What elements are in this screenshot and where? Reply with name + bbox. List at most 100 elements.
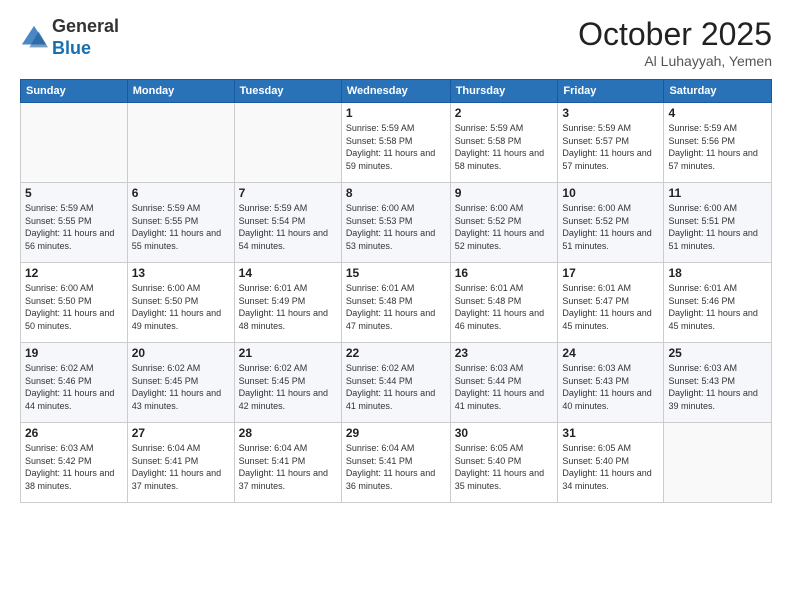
day-number: 26: [25, 426, 123, 440]
calendar-week-3: 19 Sunrise: 6:02 AM Sunset: 5:46 PM Dayl…: [21, 343, 772, 423]
calendar-cell: 15 Sunrise: 6:01 AM Sunset: 5:48 PM Dayl…: [341, 263, 450, 343]
daylight-text: Daylight: 11 hours and 46 minutes.: [455, 308, 544, 331]
calendar-week-0: 1 Sunrise: 5:59 AM Sunset: 5:58 PM Dayli…: [21, 103, 772, 183]
day-number: 5: [25, 186, 123, 200]
daylight-text: Daylight: 11 hours and 44 minutes.: [25, 388, 114, 411]
sunrise-text: Sunrise: 6:01 AM: [346, 283, 415, 293]
day-info: Sunrise: 6:01 AM Sunset: 5:48 PM Dayligh…: [346, 282, 446, 332]
daylight-text: Daylight: 11 hours and 52 minutes.: [455, 228, 544, 251]
day-info: Sunrise: 5:59 AM Sunset: 5:56 PM Dayligh…: [668, 122, 767, 172]
calendar-cell: 19 Sunrise: 6:02 AM Sunset: 5:46 PM Dayl…: [21, 343, 128, 423]
sunrise-text: Sunrise: 5:59 AM: [25, 203, 94, 213]
day-number: 7: [239, 186, 337, 200]
sunset-text: Sunset: 5:46 PM: [25, 376, 92, 386]
day-info: Sunrise: 6:00 AM Sunset: 5:52 PM Dayligh…: [562, 202, 659, 252]
sunset-text: Sunset: 5:53 PM: [346, 216, 413, 226]
sunrise-text: Sunrise: 6:03 AM: [562, 363, 631, 373]
col-wednesday: Wednesday: [341, 80, 450, 103]
calendar-cell: 4 Sunrise: 5:59 AM Sunset: 5:56 PM Dayli…: [664, 103, 772, 183]
page-container: General Blue October 2025 Al Luhayyah, Y…: [0, 0, 792, 612]
day-number: 6: [132, 186, 230, 200]
sunrise-text: Sunrise: 6:00 AM: [132, 283, 201, 293]
calendar-cell: 12 Sunrise: 6:00 AM Sunset: 5:50 PM Dayl…: [21, 263, 128, 343]
calendar-cell: 18 Sunrise: 6:01 AM Sunset: 5:46 PM Dayl…: [664, 263, 772, 343]
sunrise-text: Sunrise: 6:01 AM: [668, 283, 737, 293]
calendar-cell: 16 Sunrise: 6:01 AM Sunset: 5:48 PM Dayl…: [450, 263, 558, 343]
calendar-table: Sunday Monday Tuesday Wednesday Thursday…: [20, 79, 772, 503]
sunset-text: Sunset: 5:40 PM: [562, 456, 629, 466]
sunrise-text: Sunrise: 6:02 AM: [25, 363, 94, 373]
daylight-text: Daylight: 11 hours and 55 minutes.: [132, 228, 221, 251]
day-number: 20: [132, 346, 230, 360]
day-info: Sunrise: 6:02 AM Sunset: 5:45 PM Dayligh…: [132, 362, 230, 412]
sunrise-text: Sunrise: 6:01 AM: [562, 283, 631, 293]
day-number: 8: [346, 186, 446, 200]
daylight-text: Daylight: 11 hours and 37 minutes.: [132, 468, 221, 491]
sunrise-text: Sunrise: 6:03 AM: [455, 363, 524, 373]
day-number: 28: [239, 426, 337, 440]
col-thursday: Thursday: [450, 80, 558, 103]
sunset-text: Sunset: 5:45 PM: [239, 376, 306, 386]
col-sunday: Sunday: [21, 80, 128, 103]
day-info: Sunrise: 5:59 AM Sunset: 5:58 PM Dayligh…: [346, 122, 446, 172]
calendar-cell: 21 Sunrise: 6:02 AM Sunset: 5:45 PM Dayl…: [234, 343, 341, 423]
sunrise-text: Sunrise: 5:59 AM: [132, 203, 201, 213]
daylight-text: Daylight: 11 hours and 48 minutes.: [239, 308, 328, 331]
logo-blue-text: Blue: [52, 38, 91, 58]
day-info: Sunrise: 6:00 AM Sunset: 5:51 PM Dayligh…: [668, 202, 767, 252]
daylight-text: Daylight: 11 hours and 38 minutes.: [25, 468, 114, 491]
daylight-text: Daylight: 11 hours and 35 minutes.: [455, 468, 544, 491]
day-number: 29: [346, 426, 446, 440]
sunset-text: Sunset: 5:58 PM: [455, 136, 522, 146]
day-info: Sunrise: 6:04 AM Sunset: 5:41 PM Dayligh…: [239, 442, 337, 492]
sunrise-text: Sunrise: 6:00 AM: [25, 283, 94, 293]
daylight-text: Daylight: 11 hours and 37 minutes.: [239, 468, 328, 491]
day-info: Sunrise: 6:02 AM Sunset: 5:46 PM Dayligh…: [25, 362, 123, 412]
daylight-text: Daylight: 11 hours and 58 minutes.: [455, 148, 544, 171]
sunrise-text: Sunrise: 6:02 AM: [239, 363, 308, 373]
sunrise-text: Sunrise: 6:04 AM: [239, 443, 308, 453]
daylight-text: Daylight: 11 hours and 45 minutes.: [562, 308, 651, 331]
calendar-week-1: 5 Sunrise: 5:59 AM Sunset: 5:55 PM Dayli…: [21, 183, 772, 263]
sunrise-text: Sunrise: 5:59 AM: [562, 123, 631, 133]
daylight-text: Daylight: 11 hours and 39 minutes.: [668, 388, 757, 411]
calendar-cell: 5 Sunrise: 5:59 AM Sunset: 5:55 PM Dayli…: [21, 183, 128, 263]
day-number: 4: [668, 106, 767, 120]
day-info: Sunrise: 6:03 AM Sunset: 5:42 PM Dayligh…: [25, 442, 123, 492]
daylight-text: Daylight: 11 hours and 51 minutes.: [668, 228, 757, 251]
day-number: 10: [562, 186, 659, 200]
sunset-text: Sunset: 5:44 PM: [346, 376, 413, 386]
logo-general-text: General: [52, 16, 119, 36]
day-info: Sunrise: 6:05 AM Sunset: 5:40 PM Dayligh…: [455, 442, 554, 492]
day-number: 19: [25, 346, 123, 360]
col-monday: Monday: [127, 80, 234, 103]
calendar-cell: 23 Sunrise: 6:03 AM Sunset: 5:44 PM Dayl…: [450, 343, 558, 423]
daylight-text: Daylight: 11 hours and 41 minutes.: [455, 388, 544, 411]
daylight-text: Daylight: 11 hours and 54 minutes.: [239, 228, 328, 251]
sunset-text: Sunset: 5:48 PM: [346, 296, 413, 306]
sunrise-text: Sunrise: 6:00 AM: [668, 203, 737, 213]
sunset-text: Sunset: 5:42 PM: [25, 456, 92, 466]
daylight-text: Daylight: 11 hours and 57 minutes.: [562, 148, 651, 171]
sunset-text: Sunset: 5:47 PM: [562, 296, 629, 306]
sunset-text: Sunset: 5:50 PM: [132, 296, 199, 306]
daylight-text: Daylight: 11 hours and 49 minutes.: [132, 308, 221, 331]
sunrise-text: Sunrise: 6:01 AM: [455, 283, 524, 293]
calendar-cell: 1 Sunrise: 5:59 AM Sunset: 5:58 PM Dayli…: [341, 103, 450, 183]
calendar-cell: 3 Sunrise: 5:59 AM Sunset: 5:57 PM Dayli…: [558, 103, 664, 183]
day-info: Sunrise: 5:59 AM Sunset: 5:55 PM Dayligh…: [25, 202, 123, 252]
sunset-text: Sunset: 5:55 PM: [25, 216, 92, 226]
logo-icon: [20, 24, 48, 52]
sunset-text: Sunset: 5:58 PM: [346, 136, 413, 146]
day-info: Sunrise: 6:02 AM Sunset: 5:44 PM Dayligh…: [346, 362, 446, 412]
calendar-cell: 11 Sunrise: 6:00 AM Sunset: 5:51 PM Dayl…: [664, 183, 772, 263]
sunset-text: Sunset: 5:43 PM: [668, 376, 735, 386]
sunset-text: Sunset: 5:41 PM: [346, 456, 413, 466]
day-info: Sunrise: 5:59 AM Sunset: 5:54 PM Dayligh…: [239, 202, 337, 252]
calendar-cell: 27 Sunrise: 6:04 AM Sunset: 5:41 PM Dayl…: [127, 423, 234, 503]
daylight-text: Daylight: 11 hours and 57 minutes.: [668, 148, 757, 171]
day-info: Sunrise: 5:59 AM Sunset: 5:57 PM Dayligh…: [562, 122, 659, 172]
daylight-text: Daylight: 11 hours and 41 minutes.: [346, 388, 435, 411]
daylight-text: Daylight: 11 hours and 40 minutes.: [562, 388, 651, 411]
sunrise-text: Sunrise: 5:59 AM: [455, 123, 524, 133]
